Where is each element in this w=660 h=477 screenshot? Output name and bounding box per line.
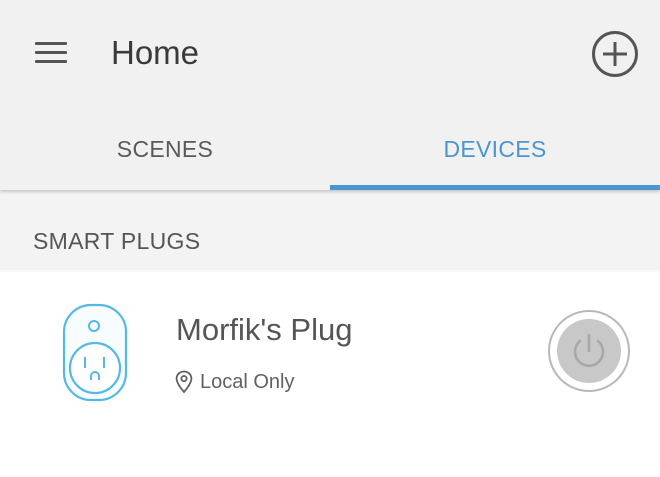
device-row[interactable]: Morfik's Plug Local Only (0, 272, 660, 432)
menu-button[interactable] (30, 36, 74, 70)
tab-scenes[interactable]: SCENES (0, 112, 330, 190)
section-header: SMART PLUGS (0, 190, 660, 270)
app-bar: Home SCENES DEVICES (0, 0, 660, 190)
active-tab-indicator (330, 185, 660, 190)
device-name: Morfik's Plug (176, 312, 353, 347)
page-title: Home (111, 34, 200, 71)
add-button[interactable] (589, 28, 641, 80)
device-status-text: Local Only (200, 370, 295, 393)
power-toggle-button[interactable] (547, 309, 631, 393)
plus-circle-icon (592, 31, 638, 77)
power-icon (548, 310, 630, 392)
location-pin-icon (175, 370, 193, 394)
section-title: SMART PLUGS (33, 228, 201, 254)
device-status: Local Only (175, 367, 295, 397)
tab-devices[interactable]: DEVICES (330, 112, 660, 190)
smart-plug-icon (58, 302, 132, 404)
